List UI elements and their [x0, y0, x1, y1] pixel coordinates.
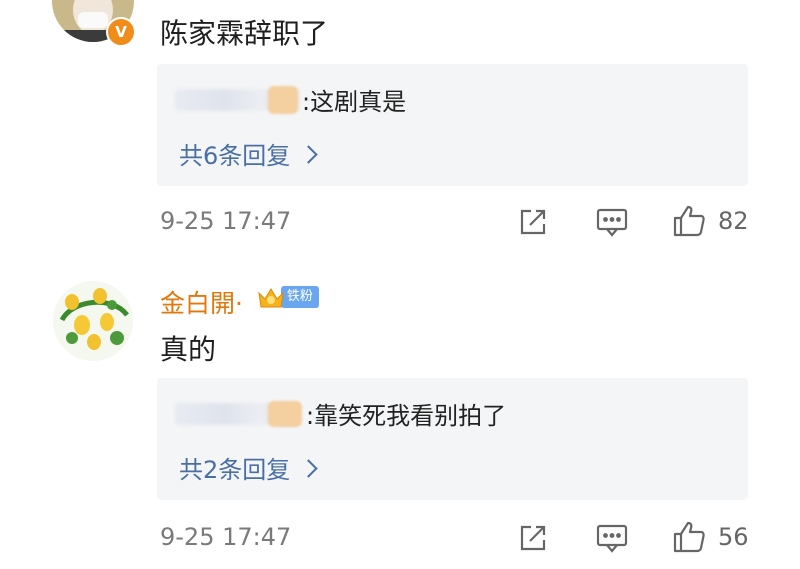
- comment-text: 真的: [160, 333, 217, 366]
- view-replies-link[interactable]: 共2条回复: [179, 450, 318, 485]
- reply-preview-text: :靠笑死我看别拍了: [306, 402, 507, 430]
- reply-preview-box[interactable]: :这剧真是 共6条回复: [157, 64, 748, 186]
- reply-preview-box[interactable]: :靠笑死我看别拍了 共2条回复: [157, 378, 748, 500]
- chevron-right-icon: [299, 144, 318, 164]
- thumbs-up-icon[interactable]: [672, 204, 706, 242]
- fan-badge[interactable]: 铁粉: [257, 284, 319, 310]
- comment-icon[interactable]: [596, 523, 628, 557]
- reply-preview: :这剧真是: [175, 82, 406, 117]
- like-count: 82: [718, 207, 749, 235]
- avatar[interactable]: [52, 280, 134, 362]
- like-count: 56: [718, 523, 749, 551]
- comment-item: 金白開· 铁粉 真的 :靠笑死我看别拍了 共2条回复 9-25 17:47 56: [0, 280, 800, 569]
- crown-icon: [257, 285, 285, 309]
- username-text: 金白開·: [160, 289, 243, 318]
- comment-item: V 陈家霖辞职了 :这剧真是 共6条回复 9-25 17:47 82: [0, 0, 800, 250]
- verified-badge-icon: V: [106, 17, 136, 47]
- blurred-avatar: [268, 85, 298, 114]
- reply-preview-text: :这剧真是: [302, 88, 407, 116]
- comment-icon[interactable]: [596, 207, 628, 241]
- chevron-right-icon: [299, 458, 318, 478]
- share-icon[interactable]: [518, 207, 548, 241]
- reply-count-label: 共6条回复: [179, 142, 291, 170]
- username[interactable]: 金白開· 铁粉: [160, 284, 319, 320]
- share-icon[interactable]: [518, 523, 548, 557]
- comment-text: 陈家霖辞职了: [160, 17, 329, 50]
- comment-timestamp: 9-25 17:47: [160, 207, 292, 235]
- reply-count-label: 共2条回复: [179, 456, 291, 484]
- thumbs-up-icon[interactable]: [672, 520, 706, 558]
- reply-preview: :靠笑死我看别拍了: [175, 396, 506, 431]
- blurred-avatar: [268, 400, 302, 427]
- fan-badge-label: 铁粉: [280, 286, 319, 308]
- comment-timestamp: 9-25 17:47: [160, 523, 292, 551]
- view-replies-link[interactable]: 共6条回复: [179, 136, 318, 171]
